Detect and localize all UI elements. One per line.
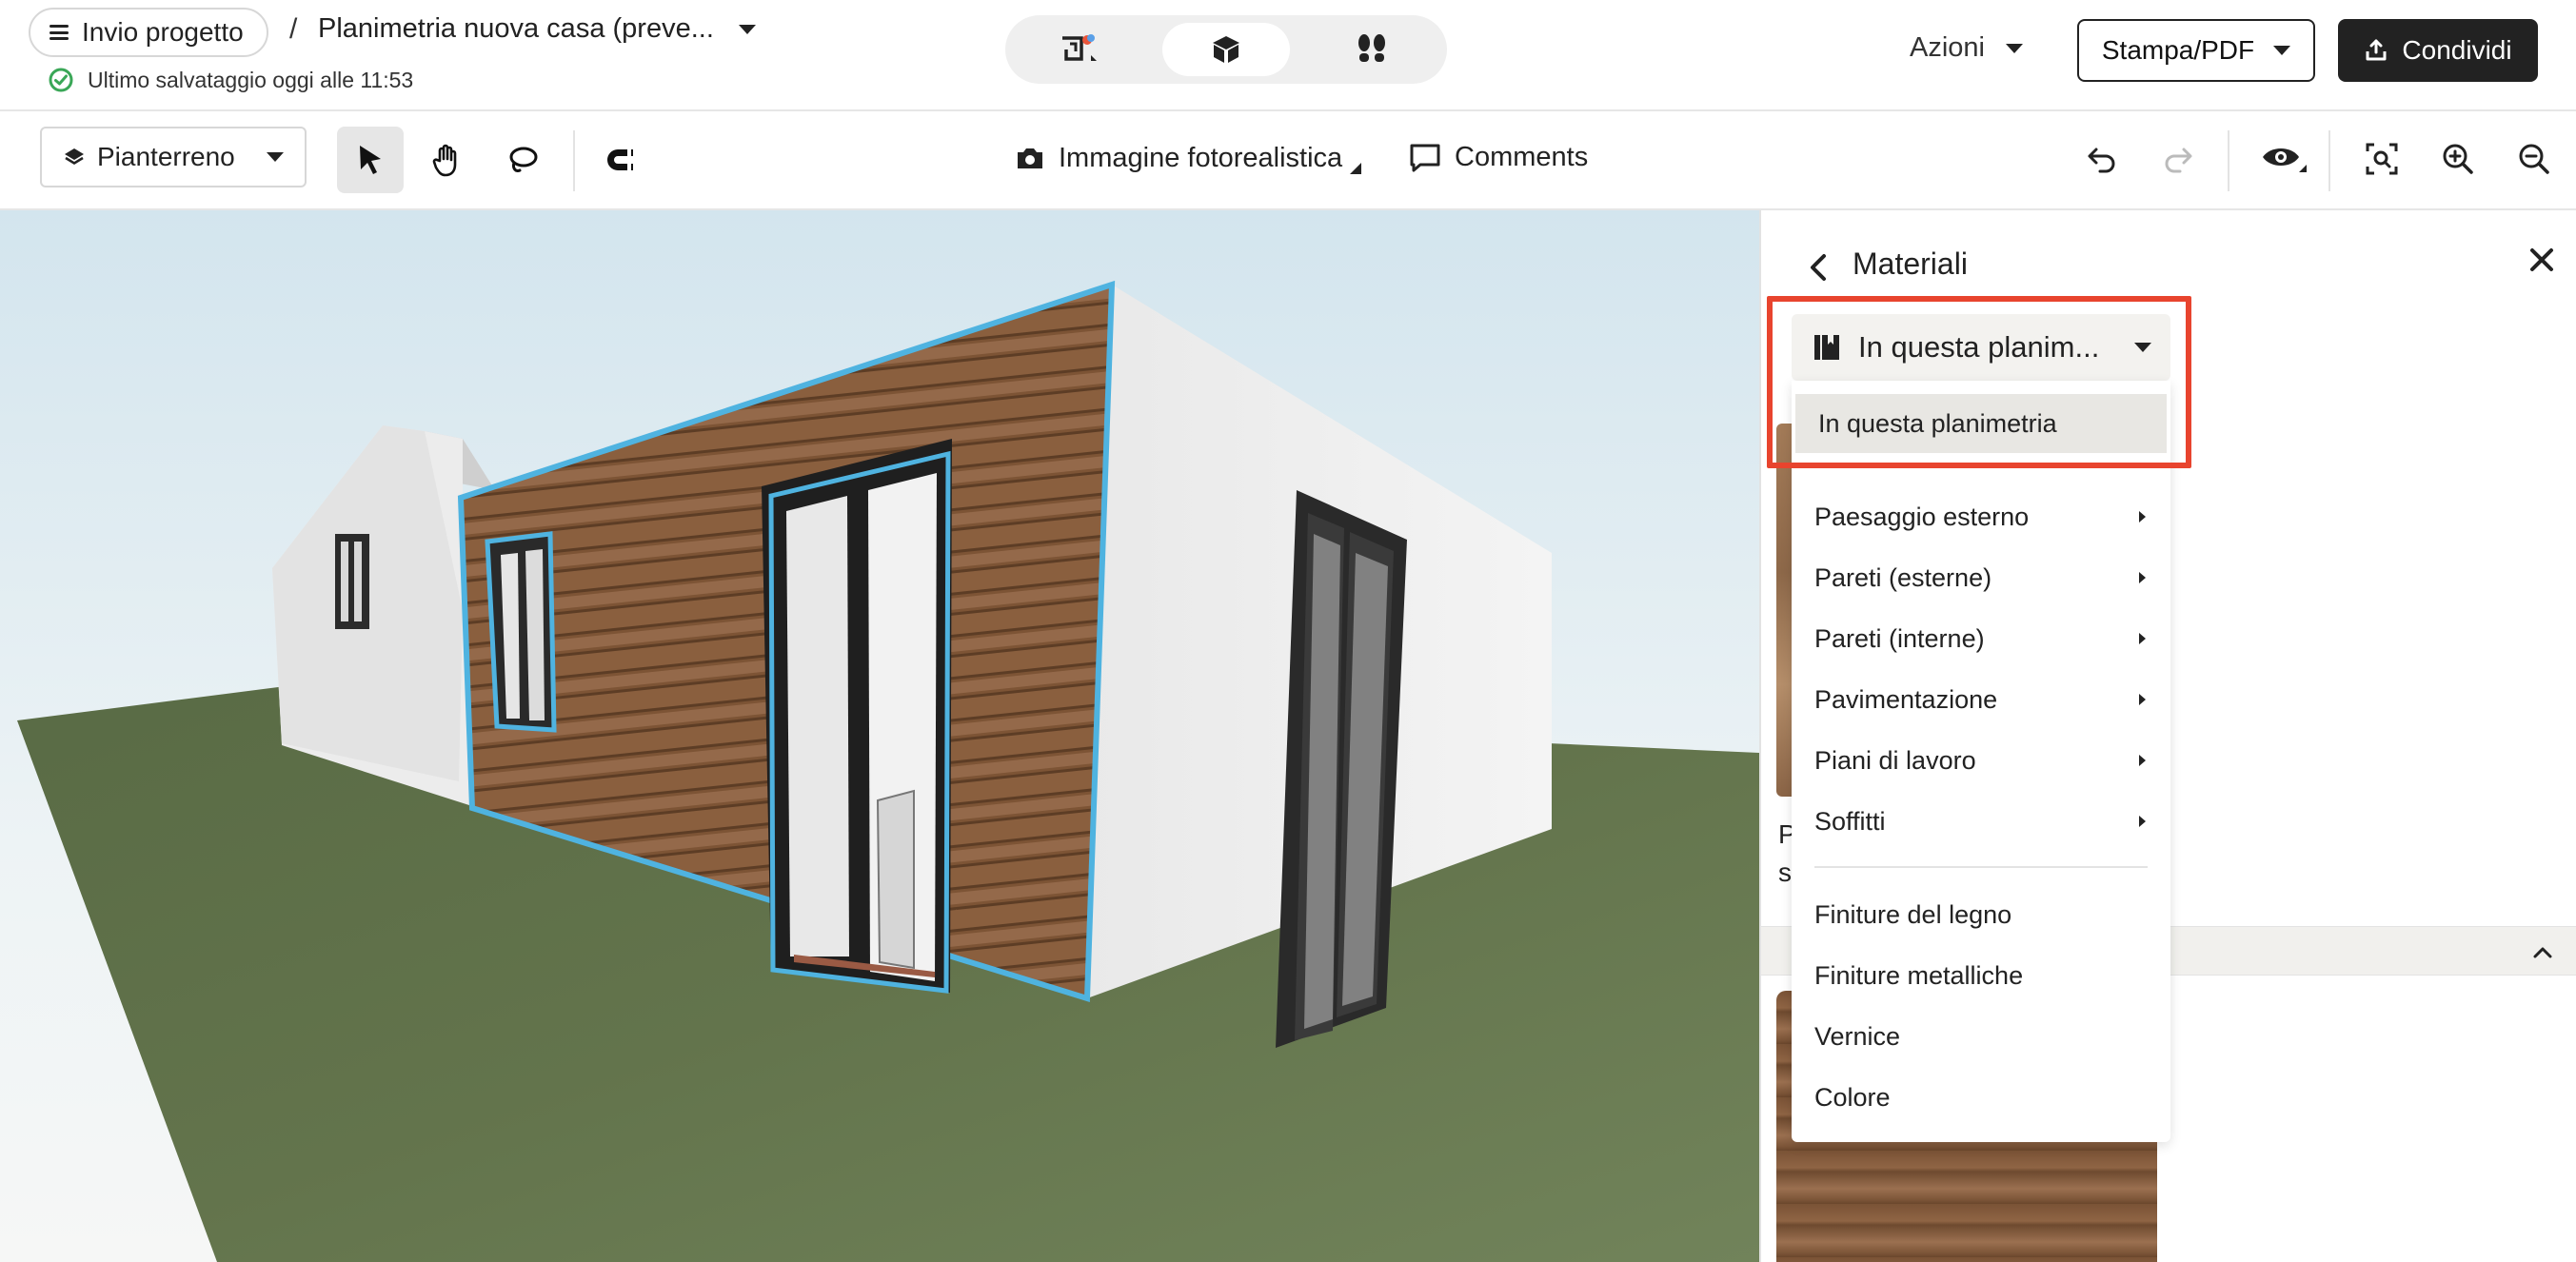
menu-item-interior-walls[interactable]: Pareti (interne): [1792, 609, 2170, 668]
3d-viewport[interactable]: [0, 210, 1759, 1262]
menu-item-label: Colore: [1814, 1082, 1891, 1112]
lasso-icon: [509, 147, 538, 172]
share-button[interactable]: Condividi: [2338, 19, 2538, 82]
close-icon[interactable]: [2523, 241, 2561, 279]
magnet-icon: [607, 149, 633, 170]
plan-title: Planimetria nuova casa (preve...: [318, 13, 714, 44]
project-menu-button[interactable]: Invio progetto: [29, 8, 268, 57]
submenu-arrow-icon: [2139, 633, 2146, 644]
zoom-in-button[interactable]: [2427, 128, 2488, 189]
undo-button[interactable]: [2071, 128, 2132, 189]
submenu-arrow-icon: [2139, 511, 2146, 523]
menu-item-label: Vernice: [1814, 1021, 1901, 1051]
breadcrumb-separator: /: [289, 13, 298, 45]
chevron-down-icon: [738, 24, 756, 34]
view-3d-button[interactable]: [1162, 23, 1290, 76]
save-status: Ultimo salvataggio oggi alle 11:53: [48, 67, 413, 93]
check-circle-icon: [49, 68, 73, 92]
chevron-down-icon: [2006, 43, 2023, 53]
highlight-annotation-box: [1767, 296, 2191, 468]
menu-item-paint[interactable]: Vernice: [1792, 1007, 2170, 1066]
plan-title-dropdown[interactable]: Planimetria nuova casa (preve...: [318, 13, 756, 45]
toolbar-divider: [2228, 130, 2229, 191]
menu-item-label: Pareti (interne): [1814, 623, 1985, 653]
menu-item-countertops[interactable]: Piani di lavoro: [1792, 731, 2170, 790]
print-pdf-button[interactable]: Stampa/PDF: [2077, 19, 2315, 82]
pan-tool-button[interactable]: [413, 127, 480, 193]
menu-item-label: Pareti (esterne): [1814, 562, 1992, 592]
camera-icon: [1018, 148, 1042, 168]
chevron-down-icon: [2273, 46, 2291, 55]
eye-icon: [2263, 148, 2307, 172]
photorealistic-label: Immagine fotorealistica: [1059, 142, 1343, 173]
submenu-arrow-icon: [2139, 694, 2146, 705]
lasso-tool-button[interactable]: [489, 127, 556, 193]
zoom-in-icon: [2443, 144, 2473, 174]
chevron-up-icon: [2533, 947, 2552, 958]
menu-item-label: Pavimentazione: [1814, 684, 1998, 714]
pointer-arrow-icon: [360, 146, 381, 174]
print-pdf-label: Stampa/PDF: [2101, 35, 2255, 65]
menu-item-label: Finiture metalliche: [1814, 960, 2024, 990]
redo-button[interactable]: [2148, 128, 2209, 189]
actions-menu[interactable]: Azioni: [1910, 32, 2023, 64]
menu-item-ceilings[interactable]: Soffitti: [1792, 792, 2170, 851]
chevron-left-icon[interactable]: [1799, 248, 1837, 286]
comments-label: Comments: [1455, 142, 1589, 172]
menu-item-flooring[interactable]: Pavimentazione: [1792, 670, 2170, 729]
menu-item-label: Piani di lavoro: [1814, 745, 1976, 775]
submenu-arrow-icon: [2139, 572, 2146, 583]
corner-caret-icon: [1350, 163, 1362, 174]
menu-item-exterior-walls[interactable]: Pareti (esterne): [1792, 548, 2170, 607]
submenu-arrow-icon: [2139, 816, 2146, 827]
share-upload-icon: [2366, 39, 2387, 61]
floor-selector[interactable]: Pianterreno: [40, 127, 307, 187]
select-tool-button[interactable]: [337, 127, 404, 193]
visibility-menu-button[interactable]: [2247, 128, 2323, 189]
menu-item-metal-finishes[interactable]: Finiture metalliche: [1792, 946, 2170, 1005]
magnet-snap-button[interactable]: [588, 127, 655, 193]
menu-item-label: Paesaggio esterno: [1814, 502, 2030, 531]
menu-item-exterior-landscape[interactable]: Paesaggio esterno: [1792, 487, 2170, 546]
undo-icon: [2088, 148, 2115, 173]
zoom-out-button[interactable]: [2504, 128, 2565, 189]
redo-icon: [2165, 148, 2192, 173]
panel-title: Materiali: [1853, 246, 1968, 281]
zoom-out-icon: [2519, 144, 2549, 174]
comments-button[interactable]: Comments: [1409, 142, 1588, 173]
menu-item-color[interactable]: Colore: [1792, 1068, 2170, 1127]
toolbar-divider: [573, 130, 575, 191]
menu-divider: [1814, 866, 2148, 868]
footsteps-icon: [1358, 34, 1385, 62]
material-source-menu: In questa planimetria Paesaggio esterno …: [1792, 381, 2170, 1142]
floor-selector-label: Pianterreno: [97, 142, 235, 171]
editor-toolbar: Pianterreno Immagine fotorealistica Comm…: [0, 111, 2576, 210]
share-label: Condividi: [2402, 35, 2512, 65]
fit-view-button[interactable]: [2351, 128, 2412, 189]
menu-item-wood-finishes[interactable]: Finiture del legno: [1792, 885, 2170, 944]
3d-house-scene[interactable]: [0, 210, 1759, 1262]
project-button-label: Invio progetto: [82, 17, 244, 47]
actions-label: Azioni: [1910, 32, 1985, 63]
submenu-arrow-icon: [2139, 755, 2146, 766]
chevron-down-icon: [267, 152, 284, 162]
focus-search-icon: [2366, 143, 2398, 175]
view-mode-switch: [1005, 15, 1447, 84]
comment-bubble-icon: [1410, 144, 1440, 171]
view-2d-button[interactable]: [1017, 23, 1144, 76]
cube-3d-icon: [1213, 36, 1239, 63]
walkthrough-button[interactable]: [1308, 23, 1436, 76]
save-status-text: Ultimo salvataggio oggi alle 11:53: [88, 67, 414, 92]
photorealistic-image-button[interactable]: Immagine fotorealistica: [1015, 142, 1362, 174]
menu-item-label: Soffitti: [1814, 806, 1886, 836]
top-header: Invio progetto / Planimetria nuova casa …: [0, 0, 2576, 111]
menu-item-label: Finiture del legno: [1814, 899, 2012, 929]
hand-icon: [432, 144, 457, 177]
layers-icon: [65, 148, 84, 165]
toolbar-divider: [2328, 130, 2330, 191]
menu-icon: [50, 25, 69, 40]
floorplan-2d-icon: [1062, 34, 1097, 61]
